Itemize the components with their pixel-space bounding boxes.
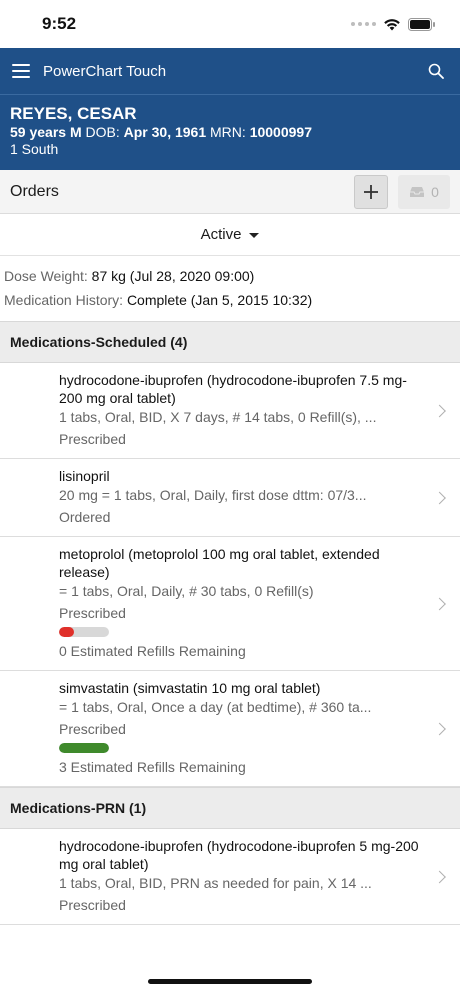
search-icon[interactable] [426, 61, 446, 81]
mrn-label: MRN: [210, 124, 246, 140]
app-title: PowerChart Touch [43, 62, 167, 80]
patient-banner[interactable]: REYES, CESAR 59 years M DOB: Apr 30, 196… [0, 94, 460, 170]
order-row[interactable]: hydrocodone-ibuprofen (hydrocodone-ibupr… [0, 363, 460, 459]
orders-title: Orders [10, 182, 59, 200]
chevron-right-icon [433, 491, 446, 504]
dose-weight-label: Dose Weight: [4, 268, 88, 284]
refill-progress-fill [59, 743, 109, 753]
patient-demographics: 59 years M DOB: Apr 30, 1961 MRN: 100009… [10, 124, 450, 141]
order-row[interactable]: lisinopril 20 mg = 1 tabs, Oral, Daily, … [0, 459, 460, 537]
dose-weight-line: Dose Weight: 87 kg (Jul 28, 2020 09:00) [4, 264, 456, 288]
order-status: Ordered [59, 509, 111, 525]
patient-dob: Apr 30, 1961 [123, 124, 207, 140]
med-history-label: Medication History: [4, 292, 124, 308]
med-history-line: Medication History: Complete (Jan 5, 201… [4, 288, 456, 312]
patient-name: REYES, CESAR [10, 104, 137, 123]
wifi-icon [384, 18, 400, 30]
order-row[interactable]: simvastatin (simvastatin 10 mg oral tabl… [0, 671, 460, 787]
refill-progress-bar [59, 627, 109, 637]
status-time: 9:52 [42, 14, 77, 33]
order-detail: 1 tabs, Oral, BID, PRN as needed for pai… [59, 875, 372, 891]
order-status: Prescribed [59, 897, 126, 913]
chevron-right-icon [433, 404, 446, 417]
patient-location: 1 South [10, 141, 59, 157]
battery-icon [408, 17, 435, 31]
dose-weight-value: 87 kg (Jul 28, 2020 09:00) [91, 268, 255, 284]
order-title: metoprolol (metoprolol 100 mg oral table… [59, 546, 380, 580]
order-detail: = 1 tabs, Oral, Once a day (at bedtime),… [59, 699, 372, 715]
order-status: Prescribed [59, 721, 126, 737]
order-status: Prescribed [59, 431, 126, 447]
inbox-count: 0 [431, 183, 439, 200]
order-row[interactable]: hydrocodone-ibuprofen (hydrocodone-ibupr… [0, 829, 460, 925]
inbox-icon [410, 186, 425, 197]
section-header-prn: Medications-PRN (1) [0, 787, 460, 829]
dob-label: DOB: [85, 124, 120, 140]
status-filter-dropdown[interactable]: Active [0, 214, 460, 256]
chevron-right-icon [433, 870, 446, 883]
order-detail: 1 tabs, Oral, BID, X 7 days, # 14 tabs, … [59, 409, 377, 425]
refill-progress-bar [59, 743, 109, 753]
refill-remaining-text: 0 Estimated Refills Remaining [59, 643, 246, 659]
med-history-value: Complete (Jan 5, 2015 10:32) [126, 292, 313, 308]
status-bar: 9:52 [0, 0, 460, 48]
order-title: simvastatin (simvastatin 10 mg oral tabl… [59, 680, 321, 696]
plus-icon [364, 184, 378, 199]
menu-icon[interactable] [12, 64, 30, 78]
app-bar: PowerChart Touch [0, 48, 460, 94]
patient-mrn: 10000997 [249, 124, 312, 140]
system-icons [351, 17, 436, 31]
inbox-button[interactable]: 0 [398, 174, 450, 209]
chevron-right-icon [433, 722, 446, 735]
caret-down-icon [249, 233, 260, 238]
filter-label: Active [200, 226, 242, 243]
add-order-button[interactable] [354, 174, 388, 209]
order-title: hydrocodone-ibuprofen (hydrocodone-ibupr… [59, 838, 419, 872]
order-detail: = 1 tabs, Oral, Daily, # 30 tabs, 0 Refi… [59, 583, 314, 599]
refill-remaining-text: 3 Estimated Refills Remaining [59, 759, 246, 775]
order-row[interactable]: metoprolol (metoprolol 100 mg oral table… [0, 537, 460, 671]
chevron-right-icon [433, 597, 446, 610]
section-header-scheduled: Medications-Scheduled (4) [0, 321, 460, 363]
refill-progress-fill [59, 627, 74, 637]
order-status: Prescribed [59, 605, 126, 621]
order-title: lisinopril [59, 468, 110, 484]
patient-age-sex: 59 years M [10, 124, 82, 140]
order-title: hydrocodone-ibuprofen (hydrocodone-ibupr… [59, 372, 407, 406]
orders-toolbar: Orders 0 [0, 170, 460, 214]
order-meta: Dose Weight: 87 kg (Jul 28, 2020 09:00) … [0, 256, 460, 321]
order-detail: 20 mg = 1 tabs, Oral, Daily, first dose … [59, 487, 367, 503]
home-indicator[interactable] [148, 979, 312, 984]
signal-icon [351, 22, 376, 26]
